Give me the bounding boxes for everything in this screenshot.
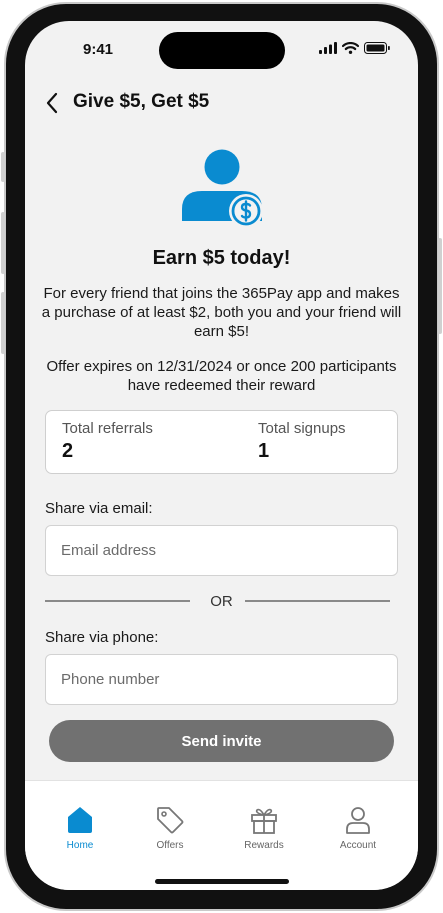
home-icon [68,807,92,833]
total-signups-stat: Total signups 1 [258,420,346,463]
email-field[interactable] [45,525,398,576]
referral-stats-card: Total referrals 2 Total signups 1 [45,410,398,474]
status-icons [319,42,390,54]
dynamic-island [159,32,285,69]
tab-account-label: Account [339,840,377,851]
home-indicator [155,879,289,884]
divider-right [245,600,390,602]
offer-expiry-text: Offer expires on 12/31/2024 or once 200 … [46,358,397,394]
app-screen: 9:41 Give $5, Get $5 Earn $5 today! For … [25,21,418,890]
total-signups-value: 1 [258,440,270,462]
email-share-label: Share via email: [45,500,153,517]
gift-icon [251,808,277,834]
phone-field[interactable] [45,654,398,705]
signal-icon [319,42,337,54]
tag-icon [157,807,184,834]
power-button [438,238,442,334]
tab-rewards-label: Rewards [244,840,284,851]
wifi-icon [342,42,359,54]
hero-headline: Earn $5 today! [152,247,291,269]
tab-account[interactable]: Account [323,805,393,851]
tab-home[interactable]: Home [45,805,115,851]
page-header: Give $5, Get $5 [25,87,418,119]
person-icon [346,807,370,834]
tab-rewards[interactable]: Rewards [229,805,299,851]
hero-description: For every friend that joins the 365Pay a… [41,285,402,340]
chevron-left-icon [46,92,58,114]
send-invite-button[interactable]: Send invite [49,720,394,762]
action-button [1,152,5,182]
status-time: 9:41 [83,41,114,58]
referral-user-icon [182,149,263,227]
tab-offers[interactable]: Offers [135,805,205,851]
phone-share-label: Share via phone: [45,629,159,646]
battery-icon [364,42,390,54]
tab-offers-label: Offers [156,840,184,851]
volume-down-button [1,292,5,354]
tab-home-label: Home [66,840,94,851]
total-referrals-label: Total referrals [62,420,153,437]
total-signups-label: Total signups [258,420,346,437]
page-title: Give $5, Get $5 [73,91,210,112]
total-referrals-value: 2 [62,440,74,462]
bottom-tab-bar: Home Offers Rewards Account [25,780,418,890]
back-button[interactable] [41,90,63,116]
status-bar: 9:41 [25,21,418,75]
total-referrals-stat: Total referrals 2 [62,420,153,463]
volume-up-button [1,212,5,274]
